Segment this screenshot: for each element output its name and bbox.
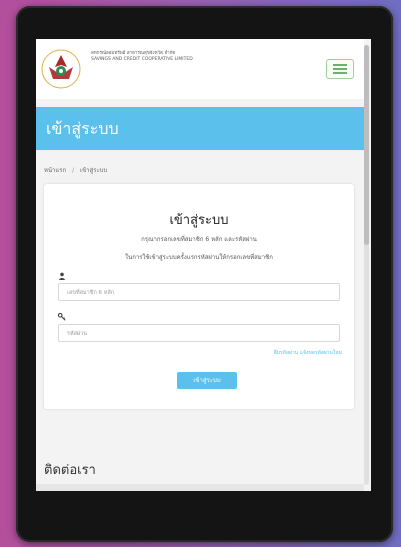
org-name-line2: SAVINGS AND CREDIT COOPERATIVE LIMITED: [91, 57, 193, 62]
login-instructions-line1: กรุณากรอกเลขที่สมาชิก 6 หลัก และรหัสผ่าน: [141, 236, 257, 243]
contact-heading: ติดต่อเรา: [44, 463, 96, 478]
hamburger-line: [333, 68, 347, 70]
breadcrumb-home-link[interactable]: หน้าแรก: [44, 167, 66, 174]
breadcrumb: หน้าแรก / เข้าสู่ระบบ: [44, 165, 107, 175]
key-icon: [58, 313, 66, 321]
login-instructions-line2: ในการใช้เข้าสู่ระบบครั้งแรกรหัสผ่านให้กร…: [125, 254, 273, 261]
user-icon: [58, 272, 66, 280]
scrollbar-thumb[interactable]: [364, 45, 369, 245]
site-header: สหกรณ์ออมทรัพย์ สาธารณสุขจังหวัด จำกัด S…: [36, 39, 364, 99]
scrollbar[interactable]: [364, 45, 369, 485]
login-card: เข้าสู่ระบบ กรุณากรอกเลขที่สมาชิก 6 หลัก…: [44, 184, 354, 409]
tablet-device: สหกรณ์ออมทรัพย์ สาธารณสุขจังหวัด จำกัด S…: [16, 6, 393, 542]
hamburger-menu-icon: [333, 64, 347, 66]
login-button[interactable]: เข้าสู่ระบบ: [177, 372, 237, 389]
hamburger-menu-button[interactable]: [326, 59, 354, 79]
page-banner: เข้าสู่ระบบ: [36, 107, 364, 150]
screen: สหกรณ์ออมทรัพย์ สาธารณสุขจังหวัด จำกัด S…: [36, 39, 371, 491]
page-title: เข้าสู่ระบบ: [46, 119, 119, 138]
organization-name: สหกรณ์ออมทรัพย์ สาธารณสุขจังหวัด จำกัด S…: [91, 51, 291, 63]
breadcrumb-current: เข้าสู่ระบบ: [80, 167, 108, 174]
forgot-password-link[interactable]: ลืมรหัสผ่าน แจ้งขอรหัสผ่านใหม่: [274, 349, 342, 357]
breadcrumb-separator: /: [72, 167, 75, 174]
cooperative-emblem-icon[interactable]: [41, 49, 81, 89]
password-input[interactable]: รหัสผ่าน: [58, 324, 340, 342]
hamburger-line: [333, 72, 347, 74]
member-id-input[interactable]: เลขที่สมาชิก 6 หลัก: [58, 283, 340, 301]
content-continuation: [36, 484, 364, 491]
login-title: เข้าสู่ระบบ: [169, 213, 229, 228]
